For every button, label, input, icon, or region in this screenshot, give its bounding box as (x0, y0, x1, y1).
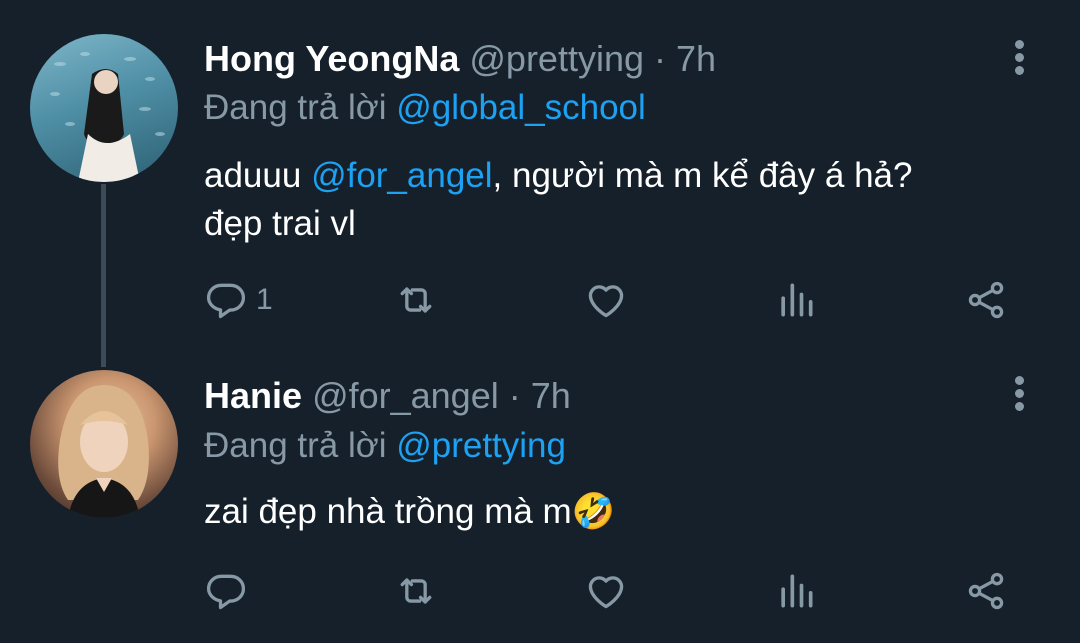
like-button[interactable] (584, 566, 628, 616)
tweet-1[interactable]: Hong YeongNa @prettying · 7h Đang trả lờ… (0, 0, 1080, 367)
action-bar (204, 566, 1034, 616)
separator-dot: · (508, 375, 521, 416)
share-icon (968, 572, 1004, 610)
replying-to: Đang trả lời @prettying (204, 426, 566, 466)
tweet-text: zai đẹp nhà trồng mà m🤣 (204, 488, 1024, 536)
thread-line (101, 184, 106, 367)
reply-icon (206, 574, 246, 610)
reply-button[interactable] (204, 566, 256, 616)
retweet-icon (400, 287, 432, 313)
user-handle[interactable]: @for_angel (312, 375, 499, 416)
action-bar: 1 (204, 275, 1034, 325)
reply-count: 1 (256, 283, 273, 316)
text-line-2: đẹp trai vl (204, 204, 356, 243)
avatar-image (58, 385, 149, 518)
avatar[interactable] (30, 34, 178, 182)
replying-to-label: Đang trả lời (204, 88, 387, 127)
stats-button[interactable] (774, 566, 818, 616)
avatar[interactable] (30, 370, 178, 518)
stats-button[interactable] (774, 275, 818, 325)
like-icon (588, 576, 624, 609)
like-button[interactable] (584, 275, 628, 325)
tweet-header: Hong YeongNa @prettying · 7h (204, 38, 716, 80)
replying-to-mention[interactable]: @global_school (396, 88, 646, 127)
text-part: , người mà m kể đây á hả? (492, 156, 913, 195)
replying-to: Đang trả lời @global_school (204, 88, 646, 128)
avatar-image (50, 52, 165, 182)
tweet-2[interactable]: Hanie @for_angel · 7h Đang trả lời @pret… (0, 362, 1080, 643)
tweet-text: aduuu @for_angel, người mà m kể đây á hả… (204, 152, 1024, 248)
share-icon (968, 281, 1004, 319)
mention-link[interactable]: @for_angel (311, 156, 492, 195)
reply-button[interactable]: 1 (204, 275, 273, 325)
share-button[interactable] (964, 566, 1008, 616)
replying-to-label: Đang trả lời (204, 426, 387, 465)
more-icon[interactable] (1006, 376, 1032, 416)
display-name[interactable]: Hanie (204, 375, 302, 416)
text-line-1: zai đẹp nhà trồng mà m🤣 (204, 492, 616, 531)
user-handle[interactable]: @prettying (469, 38, 644, 79)
timestamp[interactable]: 7h (676, 38, 716, 79)
more-icon[interactable] (1006, 40, 1032, 80)
separator-dot: · (654, 38, 667, 79)
display-name[interactable]: Hong YeongNa (204, 38, 459, 79)
share-button[interactable] (964, 275, 1008, 325)
tweet-header: Hanie @for_angel · 7h (204, 375, 571, 417)
retweet-icon (400, 578, 432, 604)
reply-icon (206, 283, 246, 319)
replying-to-mention[interactable]: @prettying (396, 426, 566, 465)
timestamp[interactable]: 7h (531, 375, 571, 416)
retweet-button[interactable] (394, 566, 438, 616)
like-icon (588, 285, 624, 318)
text-part: aduuu (204, 156, 312, 195)
stats-icon (781, 283, 813, 317)
stats-icon (781, 574, 813, 608)
retweet-button[interactable] (394, 275, 438, 325)
